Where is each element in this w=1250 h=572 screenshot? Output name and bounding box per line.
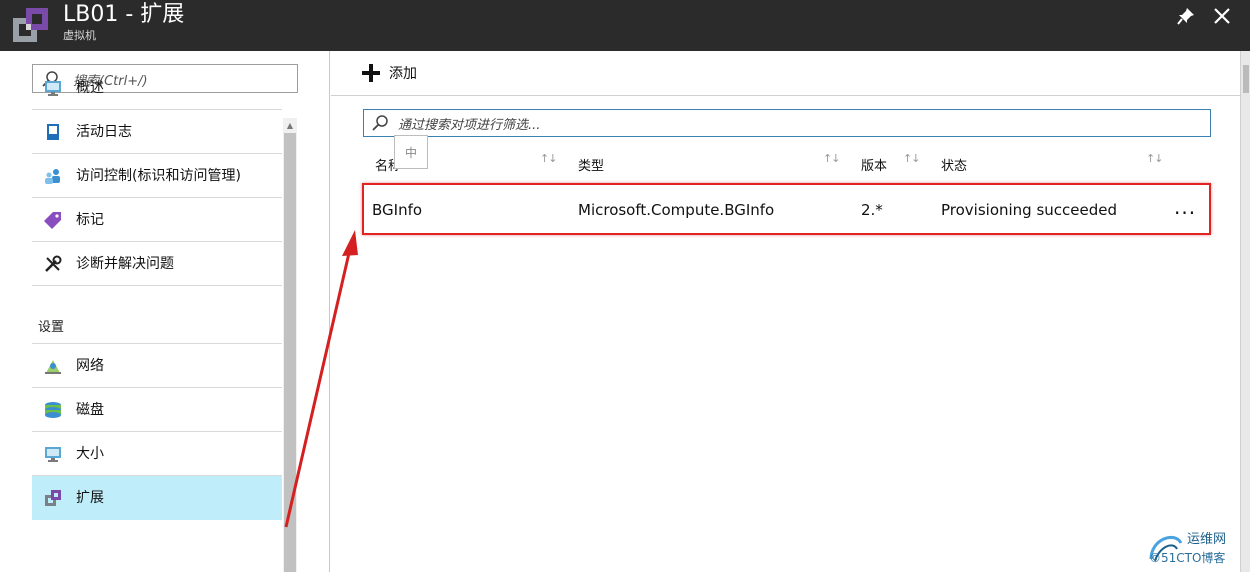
row-status: Provisioning succeeded	[941, 201, 1118, 219]
command-bar: 添加	[331, 51, 1240, 96]
filter-placeholder: 通过搜索对项进行筛选...	[398, 118, 541, 133]
sidebar-scrollbar-thumb[interactable]	[284, 133, 296, 572]
users-icon	[45, 169, 60, 184]
sidebar-item-tags[interactable]: 标记	[32, 198, 282, 242]
plus-icon	[362, 64, 380, 82]
sidebar-item-label: 诊断并解决问题	[76, 256, 174, 272]
sort-icon[interactable]: ↑↓	[1146, 152, 1163, 165]
sidebar-item-extensions[interactable]: 扩展	[32, 476, 282, 520]
monitor-icon	[45, 81, 61, 96]
page-subtitle: 虚拟机	[63, 29, 96, 42]
scroll-up-icon[interactable]: ▲	[283, 118, 297, 132]
network-icon	[45, 360, 61, 374]
sidebar-item-label: 网络	[76, 358, 104, 374]
sidebar-item-label: 标记	[76, 212, 104, 228]
log-book-icon	[47, 124, 59, 140]
extension-icon	[13, 8, 48, 42]
sidebar-item-label: 概述	[76, 80, 104, 96]
add-button[interactable]: 添加	[361, 62, 417, 84]
row-name: BGInfo	[372, 201, 423, 219]
disk-icon	[45, 402, 61, 418]
column-header-version[interactable]: 版本	[861, 155, 887, 174]
sort-icon[interactable]: ↑↓	[903, 152, 920, 165]
sidebar-item-diagnose[interactable]: 诊断并解决问题	[32, 242, 282, 286]
sidebar-item-network[interactable]: 网络	[32, 344, 282, 388]
ime-indicator: 中	[394, 135, 428, 169]
sidebar-item-overview[interactable]: 概述	[32, 66, 282, 110]
sidebar-item-label: 大小	[76, 446, 104, 462]
watermark: 运维网 ©51CTO博客	[1145, 525, 1245, 569]
sort-icon[interactable]: ↑↓	[823, 152, 840, 165]
sort-icon[interactable]: ↑↓	[540, 152, 557, 165]
extension-icon	[45, 490, 61, 506]
page-title: LB01 - 扩展	[63, 2, 185, 27]
watermark-subtitle: ©51CTO博客	[1149, 551, 1226, 565]
tag-icon	[44, 212, 61, 229]
sidebar-nav: 概述 活动日志 访问控制(标识和访问管理) 标记 诊断并解决问题	[32, 66, 282, 286]
more-options-icon[interactable]: ...	[1174, 197, 1196, 217]
outer-scrollbar-thumb[interactable]	[1243, 65, 1249, 93]
sidebar-item-disks[interactable]: 磁盘	[32, 388, 282, 432]
search-icon	[372, 115, 388, 131]
watermark-title: 运维网	[1187, 532, 1227, 547]
add-button-label: 添加	[389, 66, 417, 82]
pin-icon	[1177, 8, 1194, 25]
filter-input[interactable]: 通过搜索对项进行筛选...	[363, 109, 1211, 137]
sidebar-item-access-control[interactable]: 访问控制(标识和访问管理)	[32, 154, 282, 198]
column-header-type[interactable]: 类型	[578, 155, 604, 174]
sidebar-item-label: 活动日志	[76, 124, 132, 140]
column-header-status[interactable]: 状态	[941, 155, 967, 174]
monitor-icon	[45, 447, 61, 462]
table-row[interactable]: BGInfo Microsoft.Compute.BGInfo 2.* Prov…	[362, 183, 1211, 235]
pin-button[interactable]	[1174, 4, 1198, 28]
outer-scrollbar[interactable]	[1240, 51, 1250, 572]
blade-header: LB01 - 扩展 虚拟机	[0, 0, 1250, 51]
row-type: Microsoft.Compute.BGInfo	[578, 201, 775, 219]
sidebar-scrollbar[interactable]: ▲	[283, 118, 297, 572]
sidebar-item-activity-log[interactable]: 活动日志	[32, 110, 282, 154]
settings-nav: 网络 磁盘 大小 扩展	[32, 343, 282, 520]
close-icon	[1214, 8, 1230, 24]
wrench-icon	[45, 255, 62, 272]
sidebar-item-label: 访问控制(标识和访问管理)	[76, 168, 241, 184]
close-button[interactable]	[1208, 2, 1236, 30]
row-version: 2.*	[861, 201, 883, 219]
sidebar-item-size[interactable]: 大小	[32, 432, 282, 476]
sidebar-item-label: 扩展	[76, 490, 104, 506]
settings-section-title: 设置	[38, 320, 65, 335]
sidebar-item-label: 磁盘	[76, 402, 104, 418]
